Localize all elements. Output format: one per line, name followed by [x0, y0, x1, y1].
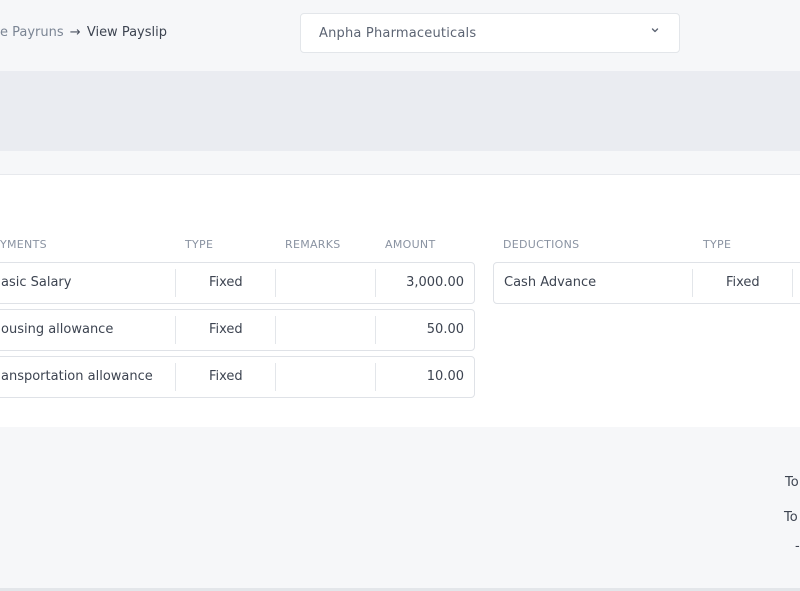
payments-type-header: TYPE: [185, 238, 214, 251]
cell-divider: [175, 363, 176, 391]
cell-divider: [175, 316, 176, 344]
payment-type: Fixed: [209, 322, 243, 337]
payment-name: asic Salary: [1, 275, 72, 290]
breadcrumb: e Payruns → View Payslip: [0, 25, 167, 40]
cell-divider: [275, 316, 276, 344]
cell-divider: [375, 316, 376, 344]
payment-name: ansportation allowance: [1, 369, 153, 384]
cell-divider: [175, 269, 176, 297]
payment-type: Fixed: [209, 369, 243, 384]
payments-remarks-header: REMARKS: [285, 238, 341, 251]
payment-row[interactable]: ansportation allowance Fixed 10.00: [0, 356, 475, 398]
breadcrumb-link-payruns[interactable]: e Payruns: [0, 25, 64, 40]
cell-divider: [275, 269, 276, 297]
payment-amount: 50.00: [426, 322, 464, 337]
top-bar: e Payruns → View Payslip Anpha Pharmaceu…: [0, 0, 800, 71]
payment-amount: 3,000.00: [406, 275, 464, 290]
payment-name: ousing allowance: [1, 322, 114, 337]
deductions-header: DEDUCTIONS: [503, 238, 580, 251]
company-select-value: Anpha Pharmaceuticals: [319, 26, 477, 41]
deductions-type-header: TYPE: [703, 238, 732, 251]
payments-amount-header: AMOUNT: [385, 238, 436, 251]
payslip-banner: [0, 71, 800, 151]
cell-divider: [275, 363, 276, 391]
payment-type: Fixed: [209, 275, 243, 290]
net-pay-label: -: [795, 539, 800, 554]
payment-amount: 10.00: [426, 369, 464, 384]
cell-divider: [792, 269, 793, 297]
total-earnings-label: To: [785, 475, 799, 490]
deduction-name: Cash Advance: [504, 275, 597, 290]
total-deductions-label: To: [784, 510, 798, 525]
cell-divider: [692, 269, 693, 297]
cell-divider: [375, 269, 376, 297]
breadcrumb-current-page: View Payslip: [86, 25, 167, 40]
payslip-details-card: YMENTS TYPE REMARKS AMOUNT DEDUCTIONS TY…: [0, 174, 800, 427]
company-select[interactable]: Anpha Pharmaceuticals: [300, 13, 680, 53]
payment-row[interactable]: asic Salary Fixed 3,000.00: [0, 262, 475, 304]
payment-row[interactable]: ousing allowance Fixed 50.00: [0, 309, 475, 351]
breadcrumb-arrow-icon: →: [69, 25, 81, 40]
payments-header: YMENTS: [0, 238, 47, 251]
cell-divider: [375, 363, 376, 391]
totals-section: To To -: [0, 427, 800, 589]
deduction-row[interactable]: Cash Advance Fixed: [493, 262, 800, 304]
deduction-type: Fixed: [726, 275, 760, 290]
chevron-down-icon: [651, 28, 659, 33]
